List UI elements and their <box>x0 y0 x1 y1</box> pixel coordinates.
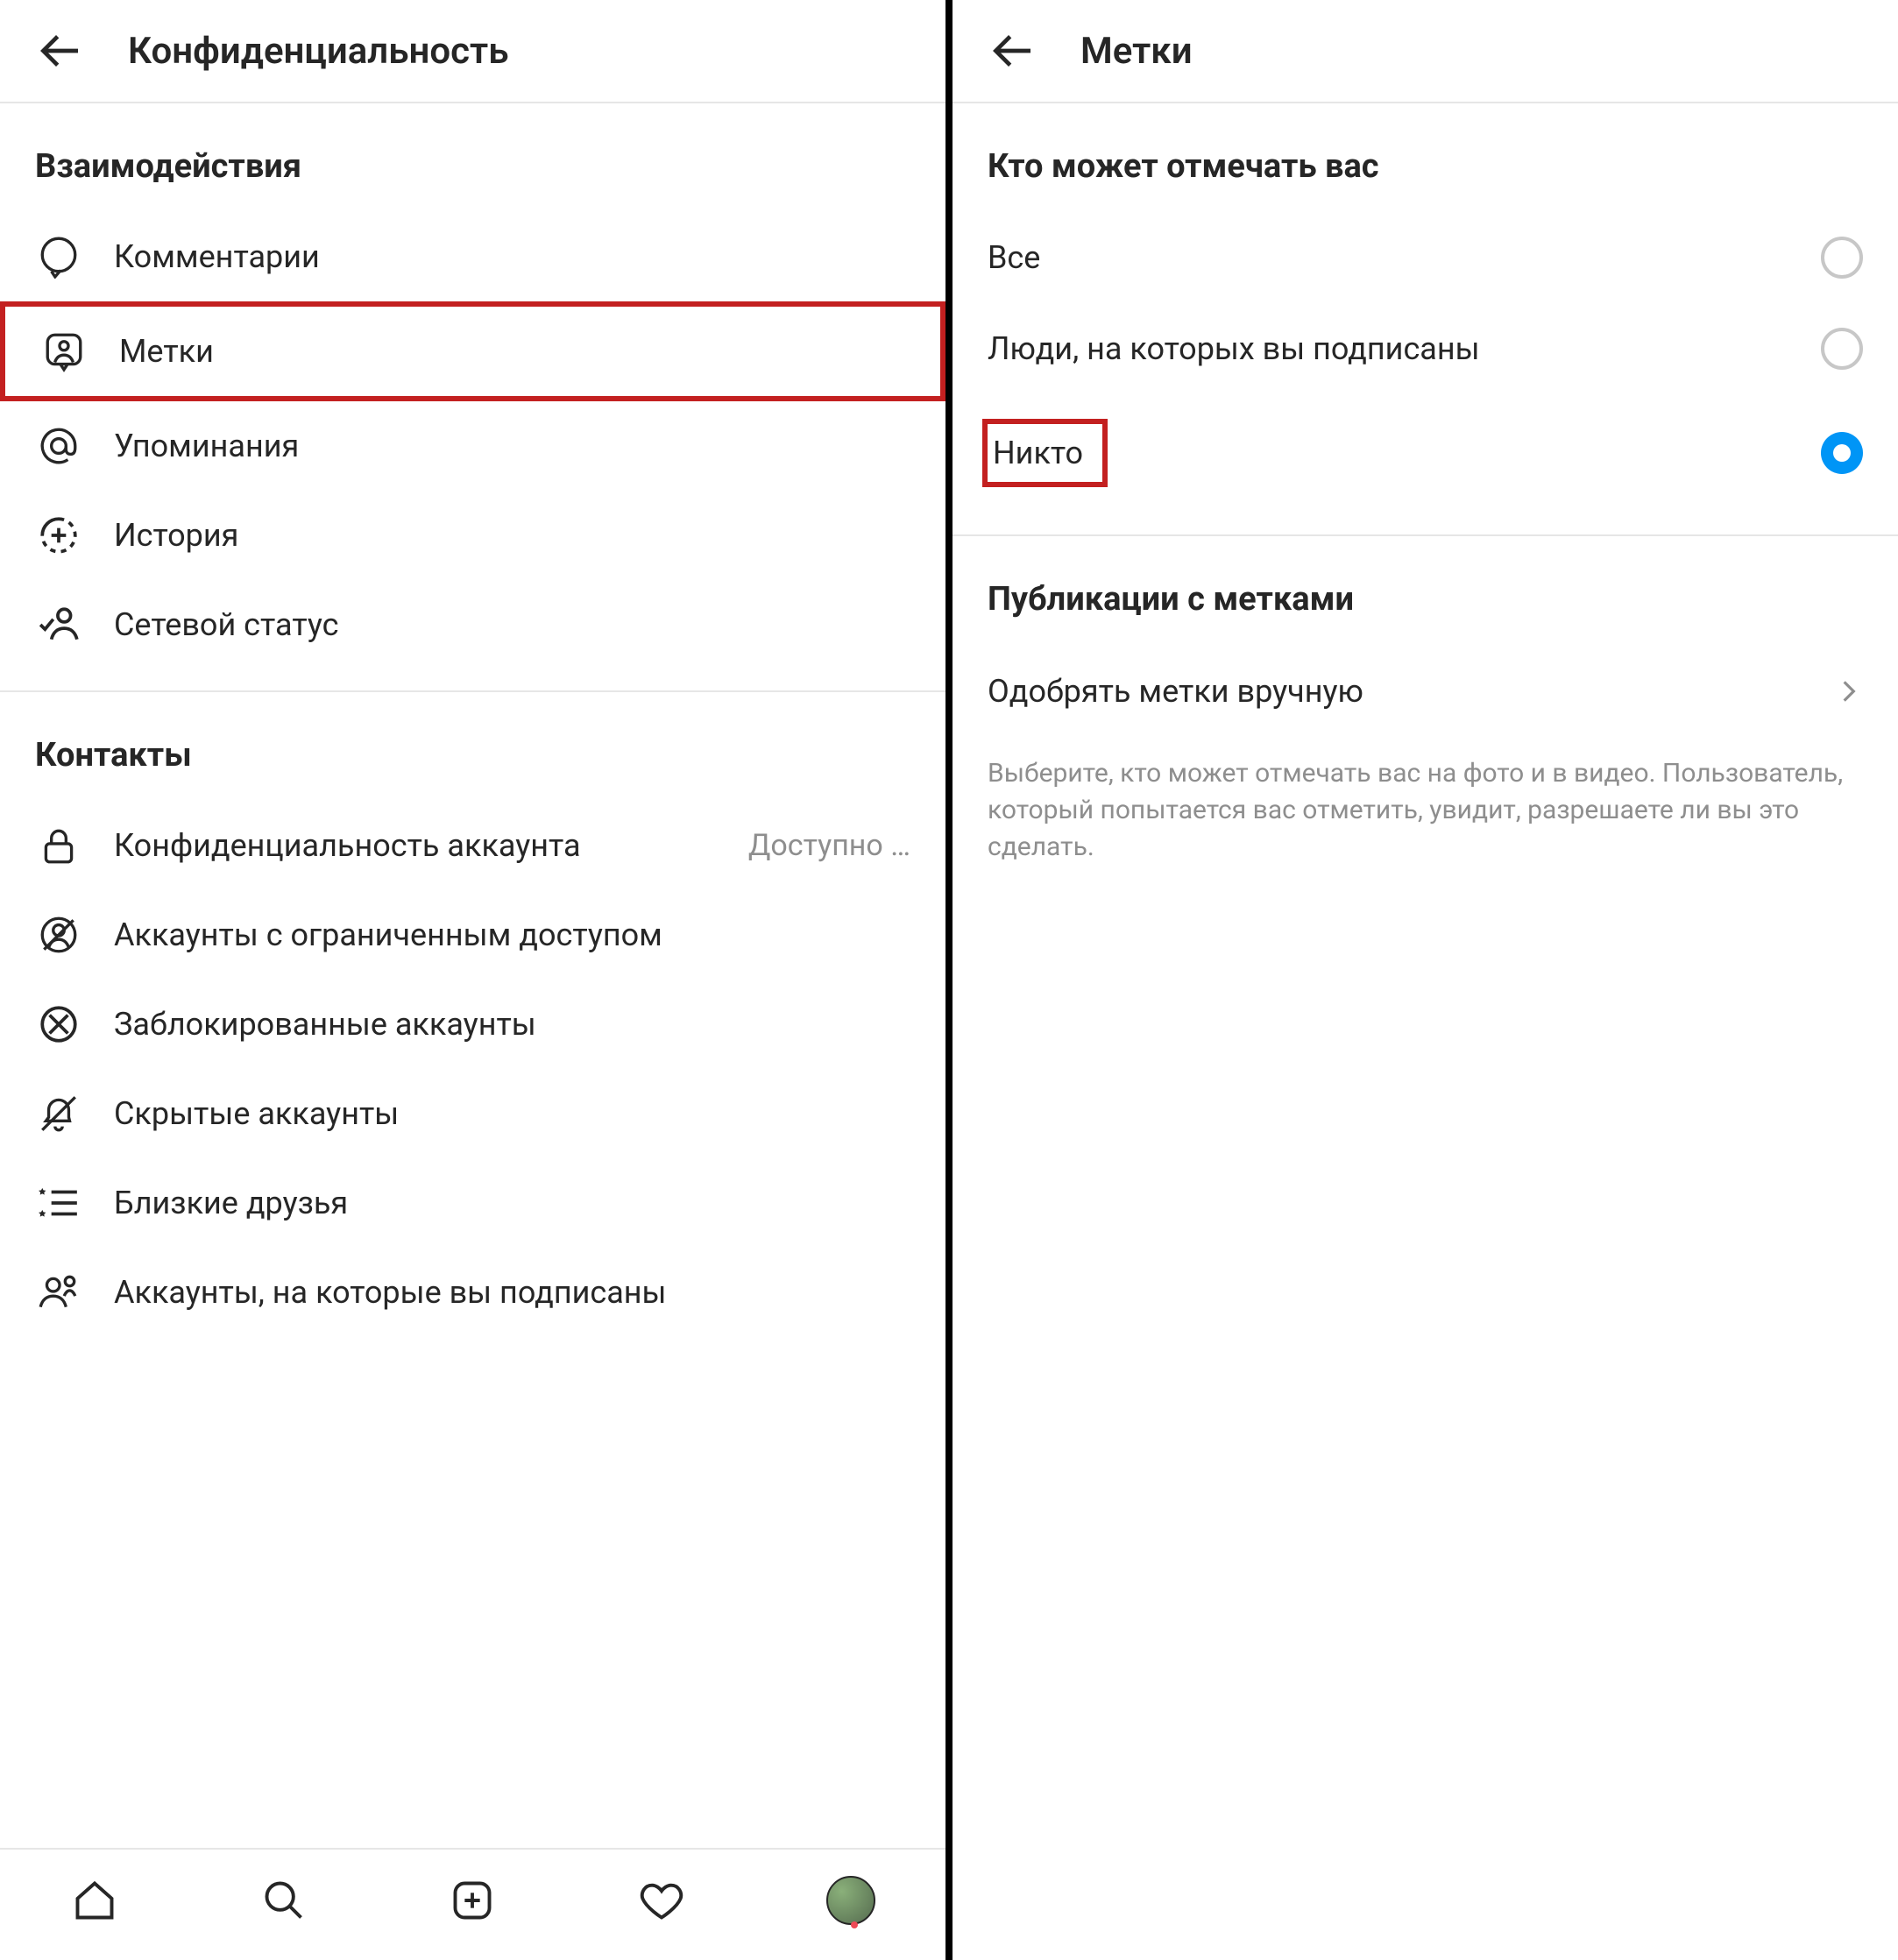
arrow-left-icon <box>988 26 1037 75</box>
radio-icon <box>1821 328 1863 370</box>
nav-profile[interactable] <box>826 1876 875 1925</box>
help-text: Выберите, кто может отмечать вас на фото… <box>953 738 1898 866</box>
radio-selected-icon <box>1821 432 1863 474</box>
restricted-icon <box>35 911 82 959</box>
bottom-nav <box>0 1848 945 1960</box>
nav-search[interactable] <box>259 1876 308 1925</box>
menu-item-close-friends[interactable]: Близкие друзья <box>0 1158 945 1248</box>
menu-item-comments[interactable]: Комментарии <box>0 212 945 301</box>
menu-item-muted-accounts[interactable]: Скрытые аккаунты <box>0 1069 945 1158</box>
radio-option-everyone[interactable]: Все <box>953 212 1898 303</box>
header: Конфиденциальность <box>0 0 945 103</box>
menu-item-activity-status[interactable]: Сетевой статус <box>0 580 945 669</box>
radio-label: Все <box>988 239 1821 276</box>
menu-item-following-accounts[interactable]: Аккаунты, на которые вы подписаны <box>0 1248 945 1337</box>
blocked-icon <box>35 1001 82 1048</box>
radio-option-following[interactable]: Люди, на которых вы подписаны <box>953 303 1898 394</box>
arrow-left-icon <box>35 26 84 75</box>
menu-item-story[interactable]: История <box>0 491 945 580</box>
comment-icon <box>35 233 82 280</box>
nav-add[interactable] <box>448 1876 497 1925</box>
tag-person-icon <box>40 328 88 375</box>
menu-label: Аккаунты, на которые вы подписаны <box>114 1274 910 1311</box>
menu-label: Сетевой статус <box>114 606 910 643</box>
heart-icon <box>639 1878 684 1923</box>
section-contacts: Контакты <box>0 692 945 801</box>
section-tagged-posts: Публикации с метками <box>953 536 1898 645</box>
menu-label: Упоминания <box>114 428 910 464</box>
menu-label: История <box>114 517 910 554</box>
link-manual-approve[interactable]: Одобрять метки вручную <box>953 645 1898 738</box>
home-icon <box>72 1878 117 1923</box>
menu-secondary: Доступно … <box>748 828 910 863</box>
lock-icon <box>35 822 82 869</box>
menu-item-restricted-accounts[interactable]: Аккаунты с ограниченным доступом <box>0 890 945 980</box>
radio-option-nobody[interactable]: Никто <box>953 394 1898 512</box>
close-friends-icon <box>35 1179 82 1227</box>
highlight-nobody: Никто <box>982 419 1108 487</box>
story-icon <box>35 512 82 559</box>
menu-label: Метки <box>119 333 905 370</box>
menu-label: Аккаунты с ограниченным доступом <box>114 916 910 953</box>
chevron-right-icon <box>1835 677 1863 705</box>
menu-label: Комментарии <box>114 238 910 275</box>
menu-item-blocked-accounts[interactable]: Заблокированные аккаунты <box>0 980 945 1069</box>
at-icon <box>35 422 82 470</box>
menu-item-tags[interactable]: Метки <box>5 307 940 396</box>
search-icon <box>261 1878 307 1923</box>
privacy-settings-screen: Конфиденциальность Взаимодействия Коммен… <box>0 0 953 1960</box>
plus-square-icon <box>450 1878 495 1923</box>
radio-icon <box>1821 237 1863 279</box>
back-button[interactable] <box>35 26 84 75</box>
section-who-can-tag: Кто может отмечать вас <box>953 103 1898 212</box>
section-interactions: Взаимодействия <box>0 103 945 212</box>
bell-off-icon <box>35 1090 82 1137</box>
radio-label: Люди, на которых вы подписаны <box>988 330 1821 367</box>
menu-item-mentions[interactable]: Упоминания <box>0 401 945 491</box>
header: Метки <box>953 0 1898 103</box>
menu-label: Скрытые аккаунты <box>114 1095 910 1132</box>
avatar-icon <box>826 1876 875 1925</box>
back-button[interactable] <box>988 26 1037 75</box>
page-title: Конфиденциальность <box>128 30 509 73</box>
menu-item-account-privacy[interactable]: Конфиденциальность аккаунта Доступно … <box>0 801 945 890</box>
activity-status-icon <box>35 601 82 648</box>
radio-label: Никто <box>988 419 1821 487</box>
nav-activity[interactable] <box>637 1876 686 1925</box>
menu-label: Близкие друзья <box>114 1185 910 1221</box>
link-label: Одобрять метки вручную <box>988 673 1363 710</box>
menu-label: Конфиденциальность аккаунта <box>114 827 699 864</box>
menu-label: Заблокированные аккаунты <box>114 1006 910 1043</box>
page-title: Метки <box>1080 30 1193 73</box>
tags-settings-screen: Метки Кто может отмечать вас Все Люди, н… <box>953 0 1898 1960</box>
following-icon <box>35 1269 82 1316</box>
highlight-tags: Метки <box>0 301 945 401</box>
nav-home[interactable] <box>70 1876 119 1925</box>
